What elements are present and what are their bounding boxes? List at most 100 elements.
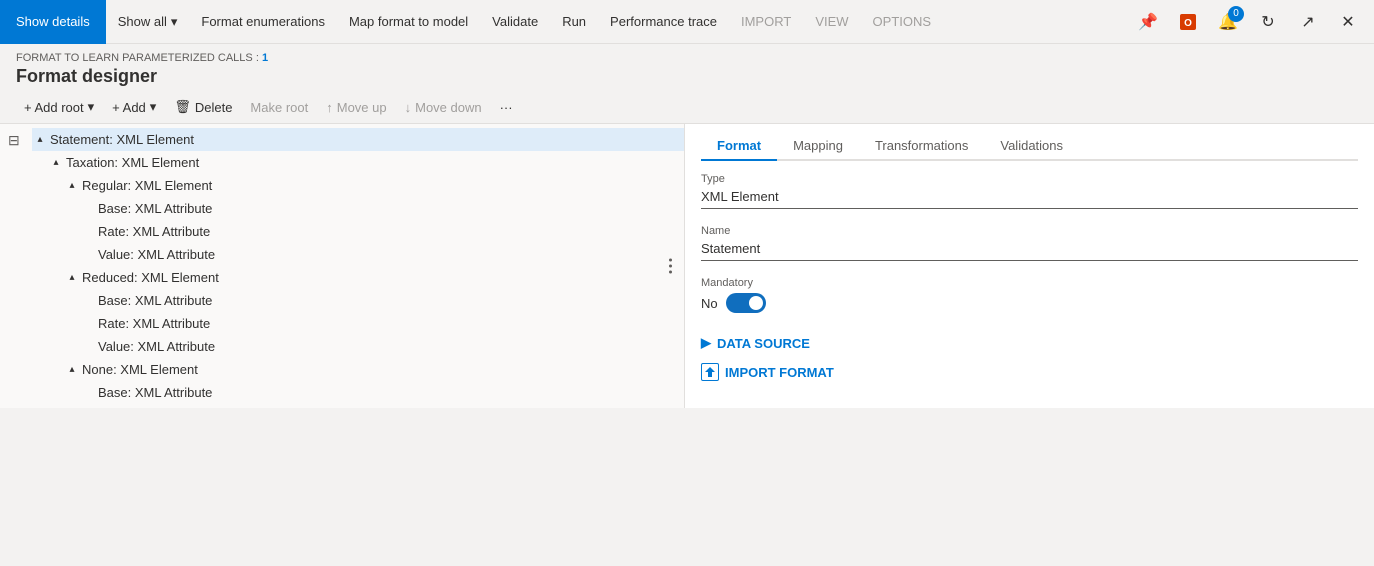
tree-label-none: None: XML Element: [80, 362, 198, 377]
more-icon: ···: [500, 100, 513, 115]
add-label: + Add: [112, 100, 146, 115]
notifications-button[interactable]: 🔔 0: [1210, 4, 1246, 40]
close-icon[interactable]: ✕: [1330, 4, 1366, 40]
make-root-button: Make root: [242, 96, 316, 119]
add-root-chevron-icon: ▾: [88, 99, 95, 115]
map-format-to-model-button[interactable]: Map format to model: [337, 0, 480, 44]
import-format-section[interactable]: IMPORT FORMAT: [701, 357, 1358, 387]
page-title: Format designer: [16, 66, 1358, 87]
mandatory-field-group: Mandatory No: [701, 277, 1358, 313]
tree-label-value2: Value: XML Attribute: [96, 339, 215, 354]
show-all-button[interactable]: Show all ▾: [106, 0, 190, 44]
tree-label-statement: Statement: XML Element: [48, 132, 194, 147]
type-value: XML Element: [701, 187, 1358, 209]
tree-label-value1: Value: XML Attribute: [96, 247, 215, 262]
tree-item-base2[interactable]: Base: XML Attribute: [32, 289, 684, 312]
import-button: IMPORT: [729, 0, 803, 44]
make-root-label: Make root: [250, 100, 308, 115]
main-area: ⊟ ▴Statement: XML Element▴Taxation: XML …: [0, 124, 1374, 408]
drag-handle: [669, 259, 672, 274]
mandatory-toggle-text: No: [701, 296, 718, 311]
tree-label-base3: Base: XML Attribute: [96, 385, 212, 400]
arrow-down-icon: ↓: [405, 100, 412, 115]
name-field-group: Name Statement: [701, 225, 1358, 261]
tree-item-reduced[interactable]: ▴Reduced: XML Element: [32, 266, 684, 289]
tree-label-base1: Base: XML Attribute: [96, 201, 212, 216]
breadcrumb-count: 1: [262, 52, 268, 64]
tree-item-base1[interactable]: Base: XML Attribute: [32, 197, 684, 220]
breadcrumb: FORMAT TO LEARN PARAMETERIZED CALLS : 1: [16, 52, 1358, 64]
data-source-expand-arrow: ▶: [701, 335, 711, 351]
format-enumerations-button[interactable]: Format enumerations: [189, 0, 337, 44]
data-source-label: DATA SOURCE: [717, 336, 810, 351]
tab-validations[interactable]: Validations: [984, 132, 1079, 161]
svg-text:O: O: [1184, 18, 1192, 29]
add-root-button[interactable]: + Add root ▾: [16, 95, 102, 119]
validate-button[interactable]: Validate: [480, 0, 550, 44]
tree-item-taxation[interactable]: ▴Taxation: XML Element: [32, 151, 684, 174]
open-in-new-icon[interactable]: ↗: [1290, 4, 1326, 40]
arrow-up-icon: ↑: [326, 100, 333, 115]
tree-label-reduced: Reduced: XML Element: [80, 270, 219, 285]
toolbar: + Add root ▾ + Add ▾ 🗑 Delete Make root …: [0, 91, 1374, 124]
type-field-group: Type XML Element: [701, 173, 1358, 209]
tree-label-taxation: Taxation: XML Element: [64, 155, 199, 170]
top-nav: Show details Show all ▾ Format enumerati…: [0, 0, 1374, 44]
run-button[interactable]: Run: [550, 0, 598, 44]
office-icon[interactable]: O: [1170, 4, 1206, 40]
delete-icon: 🗑: [174, 99, 191, 115]
move-up-label: Move up: [337, 100, 387, 115]
pin-icon[interactable]: 📌: [1130, 4, 1166, 40]
page-content: FORMAT TO LEARN PARAMETERIZED CALLS : 1 …: [0, 44, 1374, 408]
tree-label-rate1: Rate: XML Attribute: [96, 224, 210, 239]
mandatory-label: Mandatory: [701, 277, 1358, 289]
tree-item-rate1[interactable]: Rate: XML Attribute: [32, 220, 684, 243]
tree-toggle-none[interactable]: ▴: [64, 364, 80, 375]
view-button: VIEW: [803, 0, 860, 44]
tree-item-value1[interactable]: Value: XML Attribute: [32, 243, 684, 266]
tree-item-statement[interactable]: ▴Statement: XML Element: [32, 128, 684, 151]
delete-button[interactable]: 🗑 Delete: [166, 95, 240, 119]
tab-format[interactable]: Format: [701, 132, 777, 161]
chevron-down-icon: ▾: [171, 14, 178, 30]
tree-item-none[interactable]: ▴None: XML Element: [32, 358, 684, 381]
mandatory-toggle-switch[interactable]: [726, 293, 766, 313]
more-button[interactable]: ···: [492, 96, 521, 119]
delete-label: Delete: [195, 100, 233, 115]
tree-item-base3[interactable]: Base: XML Attribute: [32, 381, 684, 404]
tree-panel: ⊟ ▴Statement: XML Element▴Taxation: XML …: [0, 124, 685, 408]
tree-label-rate2: Rate: XML Attribute: [96, 316, 210, 331]
add-button[interactable]: + Add ▾: [104, 95, 164, 119]
tree-label-regular: Regular: XML Element: [80, 178, 212, 193]
move-up-button: ↑ Move up: [318, 96, 394, 119]
show-all-label: Show all: [118, 14, 167, 29]
filter-icon[interactable]: ⊟: [8, 132, 20, 149]
page-header: FORMAT TO LEARN PARAMETERIZED CALLS : 1 …: [0, 44, 1374, 91]
add-chevron-icon: ▾: [150, 99, 157, 115]
move-down-button: ↓ Move down: [397, 96, 490, 119]
show-details-button[interactable]: Show details: [0, 0, 106, 44]
import-format-label: IMPORT FORMAT: [725, 365, 834, 380]
move-down-label: Move down: [415, 100, 481, 115]
name-label: Name: [701, 225, 1358, 237]
nav-right-icons: 📌 O 🔔 0 ↻ ↗ ✕: [1130, 4, 1374, 40]
options-button: OPTIONS: [861, 0, 944, 44]
detail-panel: Format Mapping Transformations Validatio…: [685, 124, 1374, 408]
tree-toggle-taxation[interactable]: ▴: [48, 157, 64, 168]
tree-toggle-regular[interactable]: ▴: [64, 180, 80, 191]
tab-mapping[interactable]: Mapping: [777, 132, 859, 161]
refresh-icon[interactable]: ↻: [1250, 4, 1286, 40]
tree-label-base2: Base: XML Attribute: [96, 293, 212, 308]
tree-toggle-statement[interactable]: ▴: [32, 134, 48, 145]
notification-badge: 0: [1228, 6, 1244, 22]
tree-item-value2[interactable]: Value: XML Attribute: [32, 335, 684, 358]
import-format-icon: [701, 363, 719, 381]
tree-item-regular[interactable]: ▴Regular: XML Element: [32, 174, 684, 197]
breadcrumb-text: FORMAT TO LEARN PARAMETERIZED CALLS: [16, 52, 253, 64]
tree-toggle-reduced[interactable]: ▴: [64, 272, 80, 283]
performance-trace-button[interactable]: Performance trace: [598, 0, 729, 44]
data-source-section[interactable]: ▶ DATA SOURCE: [701, 329, 1358, 357]
tab-transformations[interactable]: Transformations: [859, 132, 984, 161]
name-value: Statement: [701, 239, 1358, 261]
tree-item-rate2[interactable]: Rate: XML Attribute: [32, 312, 684, 335]
